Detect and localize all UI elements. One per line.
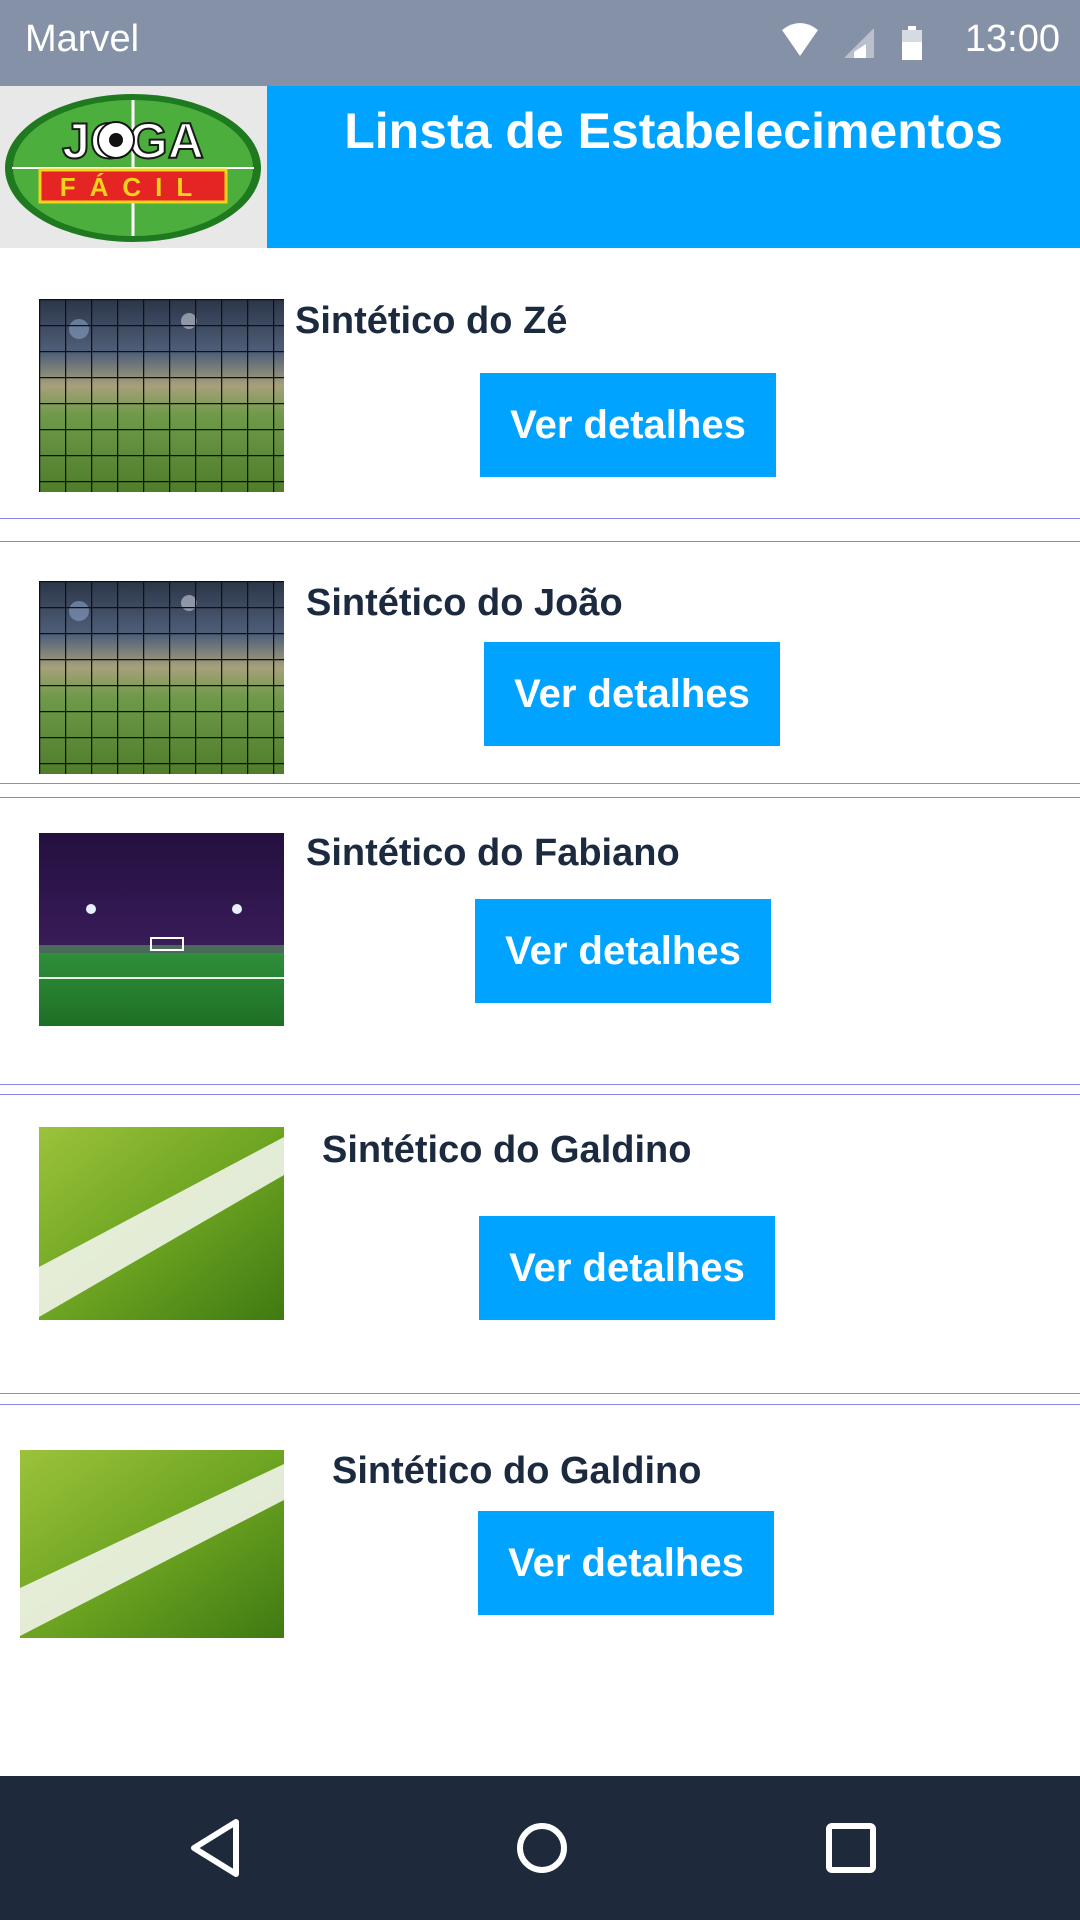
back-icon[interactable] [180,1812,252,1884]
separator [0,1404,1080,1405]
status-icons [782,23,922,60]
view-details-button[interactable]: Ver detalhes [479,1216,775,1320]
status-bar: Marvel 13:00 [0,0,1080,86]
item-name: Sintético do Zé [295,300,568,342]
app-header: JOGA FÁCIL Linsta de Estabelecimentos [0,86,1080,248]
separator [0,541,1080,542]
item-thumbnail-net [39,581,284,774]
item-name: Sintético do Galdino [322,1129,692,1171]
wifi-icon [782,23,818,56]
item-thumbnail-net [39,299,284,492]
status-app-name: Marvel [25,18,140,60]
joga-facil-logo: JOGA FÁCIL [0,86,267,248]
header-bar: Linsta de Estabelecimentos [267,86,1080,248]
battery-icon [902,26,922,60]
view-details-button[interactable]: Ver detalhes [478,1511,774,1615]
separator [0,1393,1080,1394]
view-details-button[interactable]: Ver detalhes [480,373,776,477]
view-details-button[interactable]: Ver detalhes [475,899,771,1003]
item-name: Sintético do João [306,582,623,624]
navigation-bar [0,1776,1080,1920]
separator [0,1084,1080,1085]
item-thumbnail-grass-line [20,1450,284,1638]
item-name: Sintético do Galdino [332,1450,702,1492]
separator [0,1094,1080,1095]
item-thumbnail-night-field [39,833,284,1026]
separator [0,518,1080,519]
view-details-button[interactable]: Ver detalhes [484,642,780,746]
item-name: Sintético do Fabiano [306,832,680,874]
status-time: 13:00 [964,18,1060,60]
item-thumbnail-grass-line [39,1127,284,1320]
recents-icon[interactable] [815,1812,887,1884]
separator [0,797,1080,798]
signal-icon [844,28,874,58]
home-icon[interactable] [506,1812,578,1884]
separator [0,783,1080,784]
logo-text-bottom: FÁCIL [60,172,207,202]
page-title: Linsta de Estabelecimentos [344,103,1003,159]
